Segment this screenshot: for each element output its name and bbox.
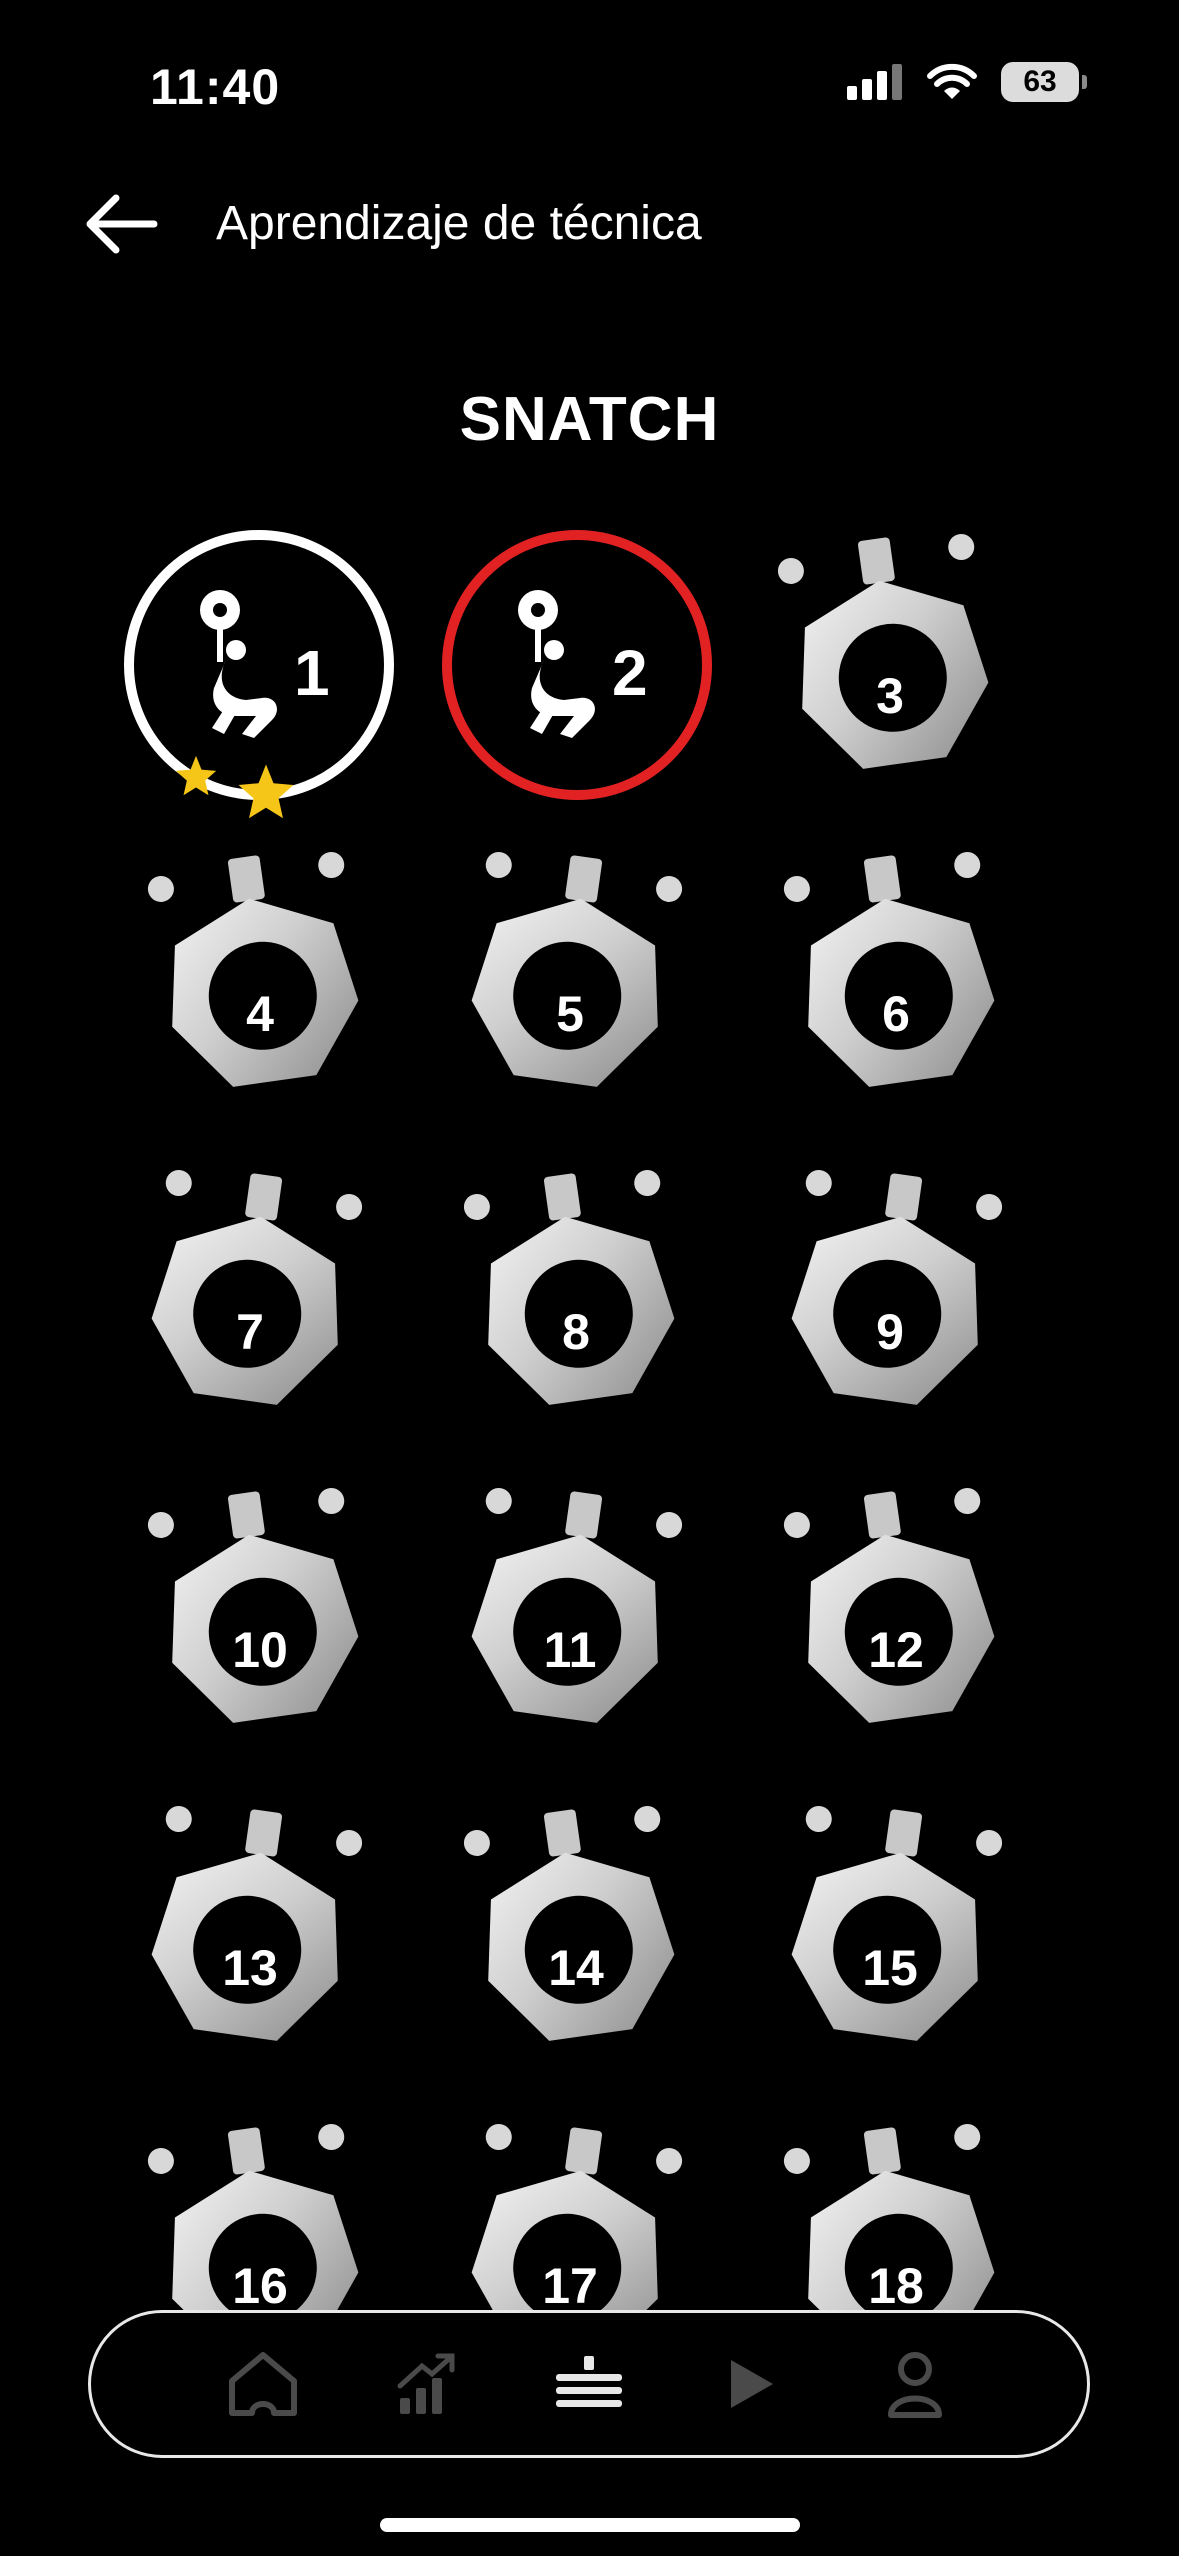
- level-number: 10: [232, 1622, 288, 1678]
- lock-plate-icon: [463, 1170, 675, 1405]
- lock-plate-icon: [463, 1806, 675, 2041]
- nav-home[interactable]: [218, 2339, 308, 2429]
- level-number: 9: [876, 1304, 904, 1360]
- level-7-button[interactable]: 7: [130, 1164, 370, 1424]
- level-14-button[interactable]: 14: [456, 1800, 696, 2060]
- levels-icon: [555, 2356, 622, 2407]
- level-number: 15: [862, 1940, 918, 1996]
- lock-plate-icon: [777, 534, 989, 769]
- star-icon: [175, 755, 217, 796]
- lock-plate-icon: [791, 1806, 1003, 2041]
- level-number: 14: [548, 1940, 604, 1996]
- bottom-nav: [88, 2310, 1090, 2458]
- lock-plate-icon: [147, 852, 359, 1087]
- nav-levels[interactable]: [544, 2339, 634, 2429]
- level-13-button[interactable]: 13: [130, 1800, 370, 2060]
- lock-plate-icon: [471, 1488, 683, 1723]
- nav-profile[interactable]: [870, 2339, 960, 2429]
- level-12-button[interactable]: 12: [776, 1482, 1016, 1742]
- level-number: 12: [868, 1622, 924, 1678]
- level-9-button[interactable]: 9: [770, 1164, 1010, 1424]
- level-number: 5: [556, 986, 584, 1042]
- level-3-button[interactable]: 3: [770, 528, 1010, 788]
- lock-plate-icon: [783, 1488, 995, 1723]
- play-icon: [731, 2360, 774, 2408]
- level-5-button[interactable]: 5: [450, 846, 690, 1106]
- level-10-button[interactable]: 10: [140, 1482, 380, 1742]
- level-6-button[interactable]: 6: [776, 846, 1016, 1106]
- level-16-button[interactable]: 16: [140, 2118, 380, 2310]
- level-11-button[interactable]: 11: [450, 1482, 690, 1742]
- weightlifter-icon: [200, 590, 277, 738]
- nav-stats[interactable]: [381, 2339, 471, 2429]
- nav-play[interactable]: [707, 2339, 797, 2429]
- lock-plate-icon: [151, 1170, 363, 1405]
- lock-plate-icon: [783, 852, 995, 1087]
- lock-plate-icon: [151, 1806, 363, 2041]
- level-number: 17: [542, 2258, 598, 2310]
- profile-icon: [888, 2352, 943, 2418]
- level-number: 1: [294, 637, 330, 709]
- home-icon: [228, 2352, 297, 2416]
- level-4-button[interactable]: 4: [140, 846, 380, 1106]
- home-indicator: [380, 2518, 800, 2532]
- level-number: 6: [882, 986, 910, 1042]
- lock-plate-icon: [471, 852, 683, 1087]
- level-number: 8: [562, 1304, 590, 1360]
- level-15-button[interactable]: 15: [770, 1800, 1010, 2060]
- star-icon: [238, 764, 294, 819]
- weightlifter-icon: [518, 590, 595, 738]
- lock-plate-icon: [791, 1170, 1003, 1405]
- level-number: 11: [543, 1622, 597, 1678]
- level-number: 3: [876, 668, 904, 724]
- level-1-button[interactable]: 1: [124, 530, 394, 819]
- level-number: 13: [222, 1940, 278, 1996]
- stats-icon: [397, 2353, 455, 2414]
- level-2-button[interactable]: 2: [442, 530, 712, 800]
- level-18-button[interactable]: 18: [776, 2118, 1016, 2310]
- level-8-button[interactable]: 8: [456, 1164, 696, 1424]
- level-number: 18: [868, 2258, 924, 2310]
- lock-plate-icon: [147, 1488, 359, 1723]
- levels-grid: 1 2 3 4 5 6 7 8 9 10 11 12 13 14 15 16 1…: [0, 0, 1179, 2310]
- level-number: 2: [612, 637, 648, 709]
- level-number: 7: [236, 1304, 264, 1360]
- level-number: 16: [232, 2258, 288, 2310]
- level-number: 4: [246, 986, 274, 1042]
- level-17-button[interactable]: 17: [450, 2118, 690, 2310]
